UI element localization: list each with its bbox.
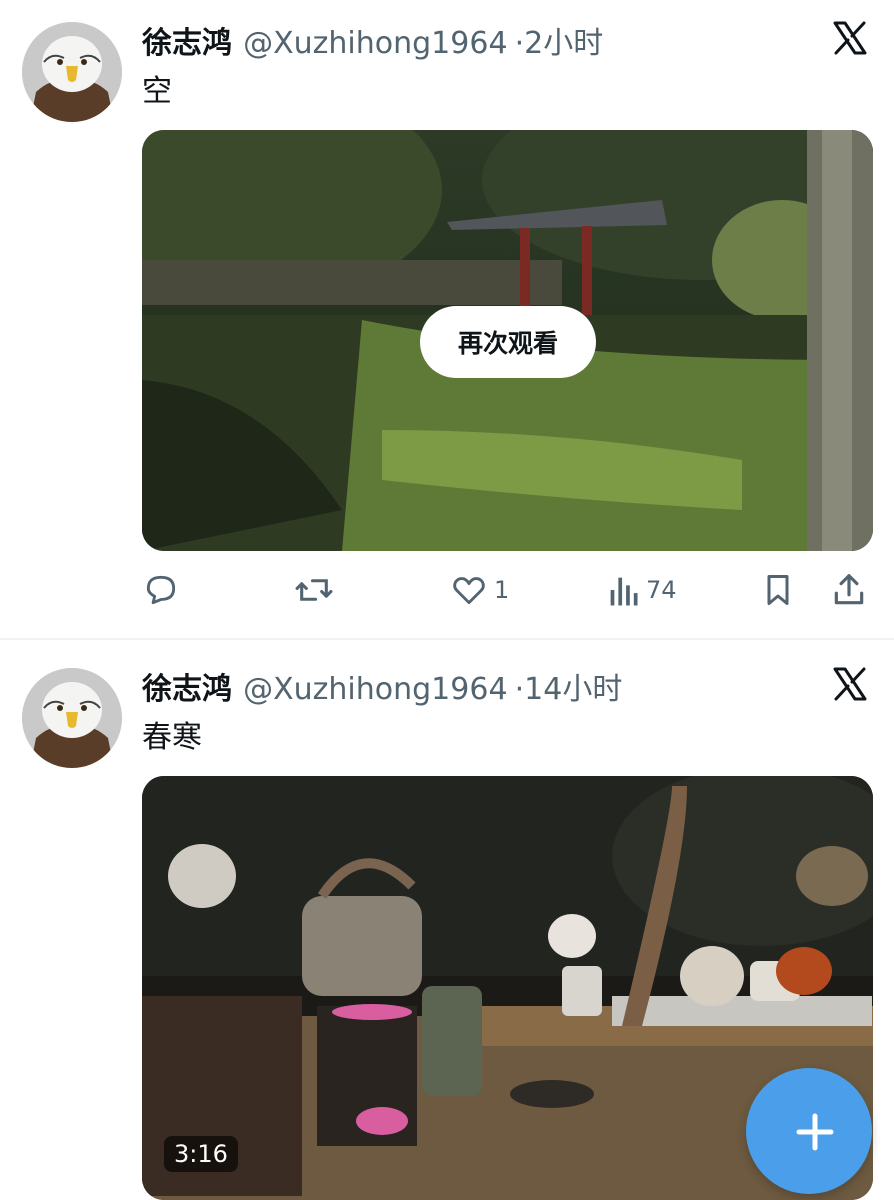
avatar[interactable]	[22, 668, 122, 768]
tweet-actions: 1 74	[142, 568, 872, 612]
share-icon	[834, 574, 864, 605]
like-button[interactable]: 1	[450, 568, 509, 612]
video-duration: 3:16	[164, 1136, 238, 1172]
author-handle[interactable]: @Xuzhihong1964	[243, 26, 507, 61]
share-button[interactable]	[830, 568, 868, 612]
tweet-text: 春寒	[142, 720, 202, 755]
tweet-divider	[0, 638, 894, 640]
bookmark-icon	[767, 575, 789, 605]
author-name[interactable]: 徐志鸿	[142, 26, 232, 61]
reply-button[interactable]	[142, 568, 180, 612]
views-button[interactable]: 74	[606, 568, 677, 612]
tweet-time[interactable]: ·14小时	[515, 672, 623, 707]
x-logo-icon	[833, 21, 867, 55]
plus-icon	[796, 1113, 834, 1151]
eagle-avatar-icon	[22, 668, 122, 768]
avatar[interactable]	[22, 22, 122, 122]
comment-icon	[146, 575, 176, 605]
tweet-header: 徐志鸿 @Xuzhihong1964 ·14小时	[142, 664, 623, 707]
eagle-avatar-icon	[22, 22, 122, 122]
retweet-button[interactable]	[294, 568, 334, 612]
author-handle[interactable]: @Xuzhihong1964	[243, 672, 507, 707]
bar-chart-icon	[610, 577, 638, 606]
replay-button[interactable]: 再次观看	[420, 306, 596, 378]
tweet-text: 空	[142, 74, 172, 109]
x-logo-icon	[833, 667, 867, 701]
bookmark-button[interactable]	[760, 568, 796, 612]
heart-icon	[453, 577, 485, 605]
tweet-header: 徐志鸿 @Xuzhihong1964 ·2小时	[142, 18, 604, 61]
compose-button[interactable]	[746, 1068, 872, 1194]
tweet-video[interactable]: 再次观看	[142, 130, 873, 551]
like-count: 1	[494, 576, 510, 604]
retweet-icon	[295, 579, 333, 601]
author-name[interactable]: 徐志鸿	[142, 672, 232, 707]
view-count: 74	[646, 576, 677, 604]
tweet-time[interactable]: ·2小时	[515, 26, 604, 61]
